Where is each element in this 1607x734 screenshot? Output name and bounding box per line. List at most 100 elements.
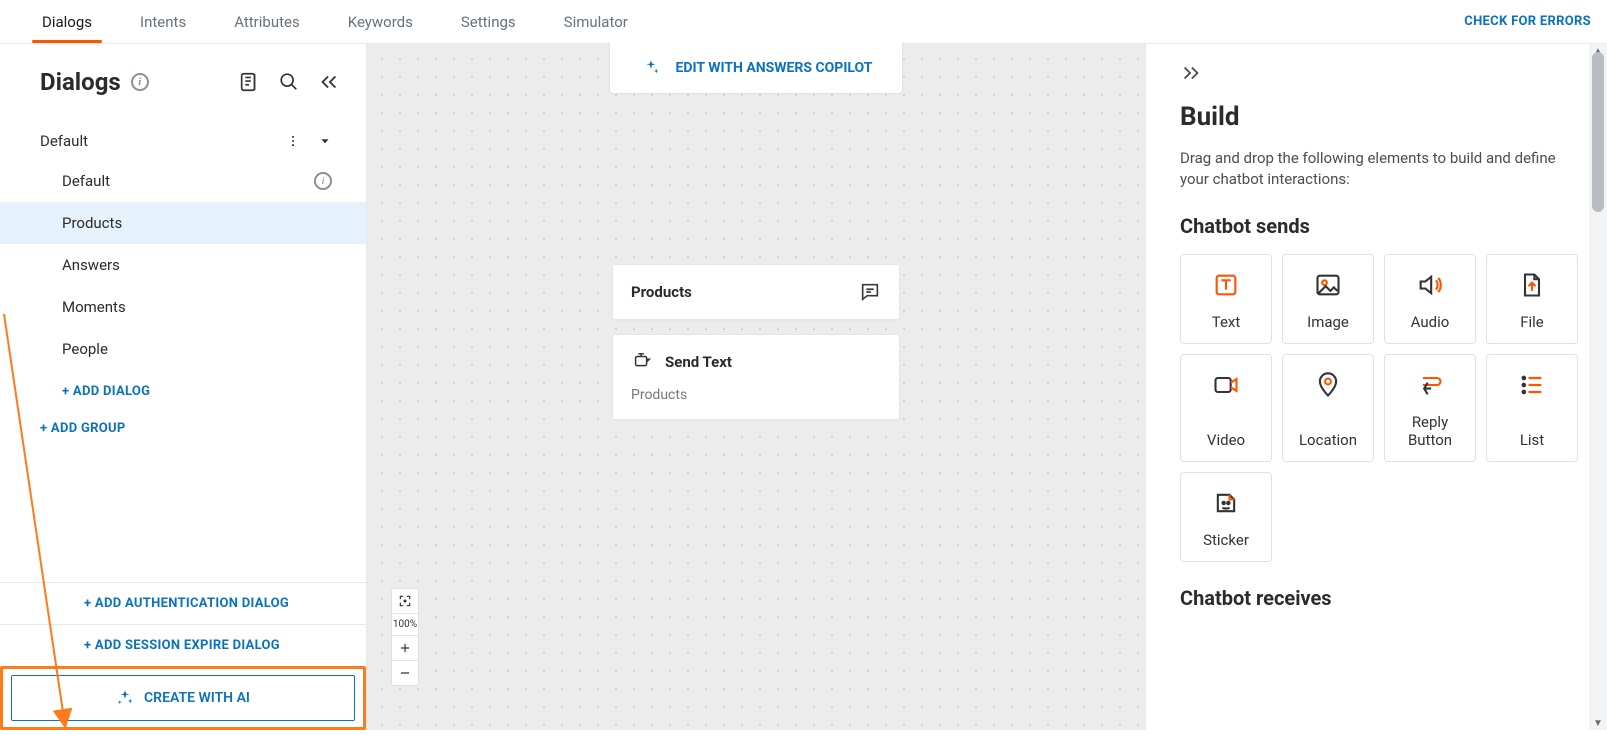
dialog-item-default[interactable]: Default i xyxy=(0,160,366,202)
dialog-item-answers[interactable]: Answers xyxy=(0,244,366,286)
tile-list[interactable]: List xyxy=(1486,354,1578,462)
tab-intents[interactable]: Intents xyxy=(136,1,190,43)
chat-icon xyxy=(859,281,881,303)
canvas-nodes: Products Send Text Products xyxy=(612,264,900,420)
dialog-item-label: Moments xyxy=(62,298,126,316)
sidebar-tools xyxy=(238,71,340,93)
inspector-title: Build xyxy=(1180,102,1581,132)
section-chatbot-receives: Chatbot receives xyxy=(1180,586,1581,610)
file-icon xyxy=(1518,269,1546,301)
ai-sparkle-icon xyxy=(640,57,662,79)
tile-video[interactable]: Video xyxy=(1180,354,1272,462)
inspector-panel: Build Drag and drop the following elemen… xyxy=(1145,44,1607,730)
top-nav: Dialogs Intents Attributes Keywords Sett… xyxy=(0,0,1607,44)
sticker-icon xyxy=(1212,487,1240,519)
node-title-row: Send Text xyxy=(631,351,881,373)
dialog-item-label: Default xyxy=(62,172,110,190)
tile-audio[interactable]: Audio xyxy=(1384,254,1476,344)
list-icon xyxy=(1518,369,1546,401)
tile-label: Text xyxy=(1212,313,1241,331)
tile-label: Audio xyxy=(1411,313,1450,331)
dialog-item-label: Products xyxy=(62,214,122,232)
image-icon xyxy=(1314,269,1342,301)
add-group-button[interactable]: + ADD GROUP xyxy=(0,413,366,444)
group-name: Default xyxy=(40,132,88,150)
dialog-group: Default Default i Products Answers xyxy=(0,104,366,444)
search-icon[interactable] xyxy=(278,71,300,93)
scroll-down-icon[interactable]: ▼ xyxy=(1589,716,1607,730)
info-icon[interactable]: i xyxy=(314,172,332,190)
tile-label: Image xyxy=(1307,313,1349,331)
create-with-ai-button[interactable]: CREATE WITH AI xyxy=(11,675,355,721)
more-options-icon[interactable] xyxy=(286,130,300,152)
tile-sticker[interactable]: Sticker xyxy=(1180,472,1272,562)
video-icon xyxy=(1212,369,1240,401)
tab-dialogs[interactable]: Dialogs xyxy=(38,1,96,43)
collapse-sidebar-icon[interactable] xyxy=(318,71,340,93)
reply-button-icon xyxy=(1416,369,1444,401)
node-header-title: Products xyxy=(631,283,692,301)
add-session-expire-button[interactable]: + ADD SESSION EXPIRE DIALOG xyxy=(0,624,366,666)
tile-label: File xyxy=(1520,313,1544,331)
group-header[interactable]: Default xyxy=(0,122,366,160)
send-text-icon xyxy=(631,351,653,373)
inspector-description: Drag and drop the following elements to … xyxy=(1180,148,1560,190)
create-ai-highlight: CREATE WITH AI xyxy=(0,666,366,730)
expand-inspector-icon[interactable] xyxy=(1180,62,1581,88)
sidebar-bottom: + ADD AUTHENTICATION DIALOG + ADD SESSIO… xyxy=(0,582,366,730)
tile-reply-button[interactable]: Reply Button xyxy=(1384,354,1476,462)
sidebar-title-row: Dialogs i xyxy=(40,68,149,96)
check-errors-button[interactable]: CHECK FOR ERRORS xyxy=(1464,14,1591,29)
tab-simulator[interactable]: Simulator xyxy=(560,1,632,43)
zoom-controls: 100% xyxy=(391,588,419,686)
main-layout: Dialogs i Default xyxy=(0,44,1607,730)
send-tiles: Text Image Audio File Video Location Rep… xyxy=(1180,254,1581,562)
guide-icon[interactable] xyxy=(238,71,260,93)
tile-location[interactable]: Location xyxy=(1282,354,1374,462)
tile-label: Video xyxy=(1207,431,1245,449)
dialog-item-moments[interactable]: Moments xyxy=(0,286,366,328)
tile-text[interactable]: Text xyxy=(1180,254,1272,344)
group-controls xyxy=(286,130,332,152)
inspector-scrollbar[interactable]: ▲ ▼ xyxy=(1589,44,1607,730)
scroll-thumb[interactable] xyxy=(1592,52,1604,212)
location-icon xyxy=(1314,369,1342,401)
dialog-node-header[interactable]: Products xyxy=(612,264,900,320)
dialog-item-people[interactable]: People xyxy=(0,328,366,370)
tile-label: Sticker xyxy=(1203,531,1249,549)
zoom-level-label: 100% xyxy=(392,613,418,635)
sidebar: Dialogs i Default xyxy=(0,44,367,730)
dialog-item-label: Answers xyxy=(62,256,120,274)
dialog-item-label: People xyxy=(62,340,108,358)
add-dialog-button[interactable]: + ADD DIALOG xyxy=(0,370,366,413)
node-subtitle: Products xyxy=(631,387,881,403)
zoom-in-button[interactable] xyxy=(392,635,418,660)
send-text-node[interactable]: Send Text Products xyxy=(612,334,900,420)
audio-icon xyxy=(1416,269,1444,301)
text-icon xyxy=(1212,269,1240,301)
canvas[interactable]: EDIT WITH ANSWERS COPILOT Products Send … xyxy=(367,44,1145,730)
ai-sparkle-icon xyxy=(116,689,134,707)
dialog-item-products[interactable]: Products xyxy=(0,202,366,244)
edit-with-copilot-button[interactable]: EDIT WITH ANSWERS COPILOT xyxy=(609,43,904,94)
edit-copilot-label: EDIT WITH ANSWERS COPILOT xyxy=(676,60,873,76)
tile-label: List xyxy=(1520,431,1544,449)
chevron-down-icon[interactable] xyxy=(318,130,332,152)
tab-keywords[interactable]: Keywords xyxy=(344,1,417,43)
create-ai-label: CREATE WITH AI xyxy=(144,690,250,706)
zoom-fit-button[interactable] xyxy=(392,589,418,613)
tile-image[interactable]: Image xyxy=(1282,254,1374,344)
info-icon[interactable]: i xyxy=(131,73,149,91)
node-title: Send Text xyxy=(665,353,732,371)
tab-settings[interactable]: Settings xyxy=(457,1,520,43)
tile-label: Reply Button xyxy=(1391,413,1469,449)
sidebar-header: Dialogs i xyxy=(0,44,366,104)
top-tabs: Dialogs Intents Attributes Keywords Sett… xyxy=(16,1,632,43)
zoom-out-button[interactable] xyxy=(392,660,418,685)
tile-label: Location xyxy=(1299,431,1357,449)
tab-attributes[interactable]: Attributes xyxy=(230,1,304,43)
sidebar-title: Dialogs xyxy=(40,68,121,96)
section-chatbot-sends: Chatbot sends xyxy=(1180,214,1581,238)
tile-file[interactable]: File xyxy=(1486,254,1578,344)
add-auth-dialog-button[interactable]: + ADD AUTHENTICATION DIALOG xyxy=(0,582,366,624)
